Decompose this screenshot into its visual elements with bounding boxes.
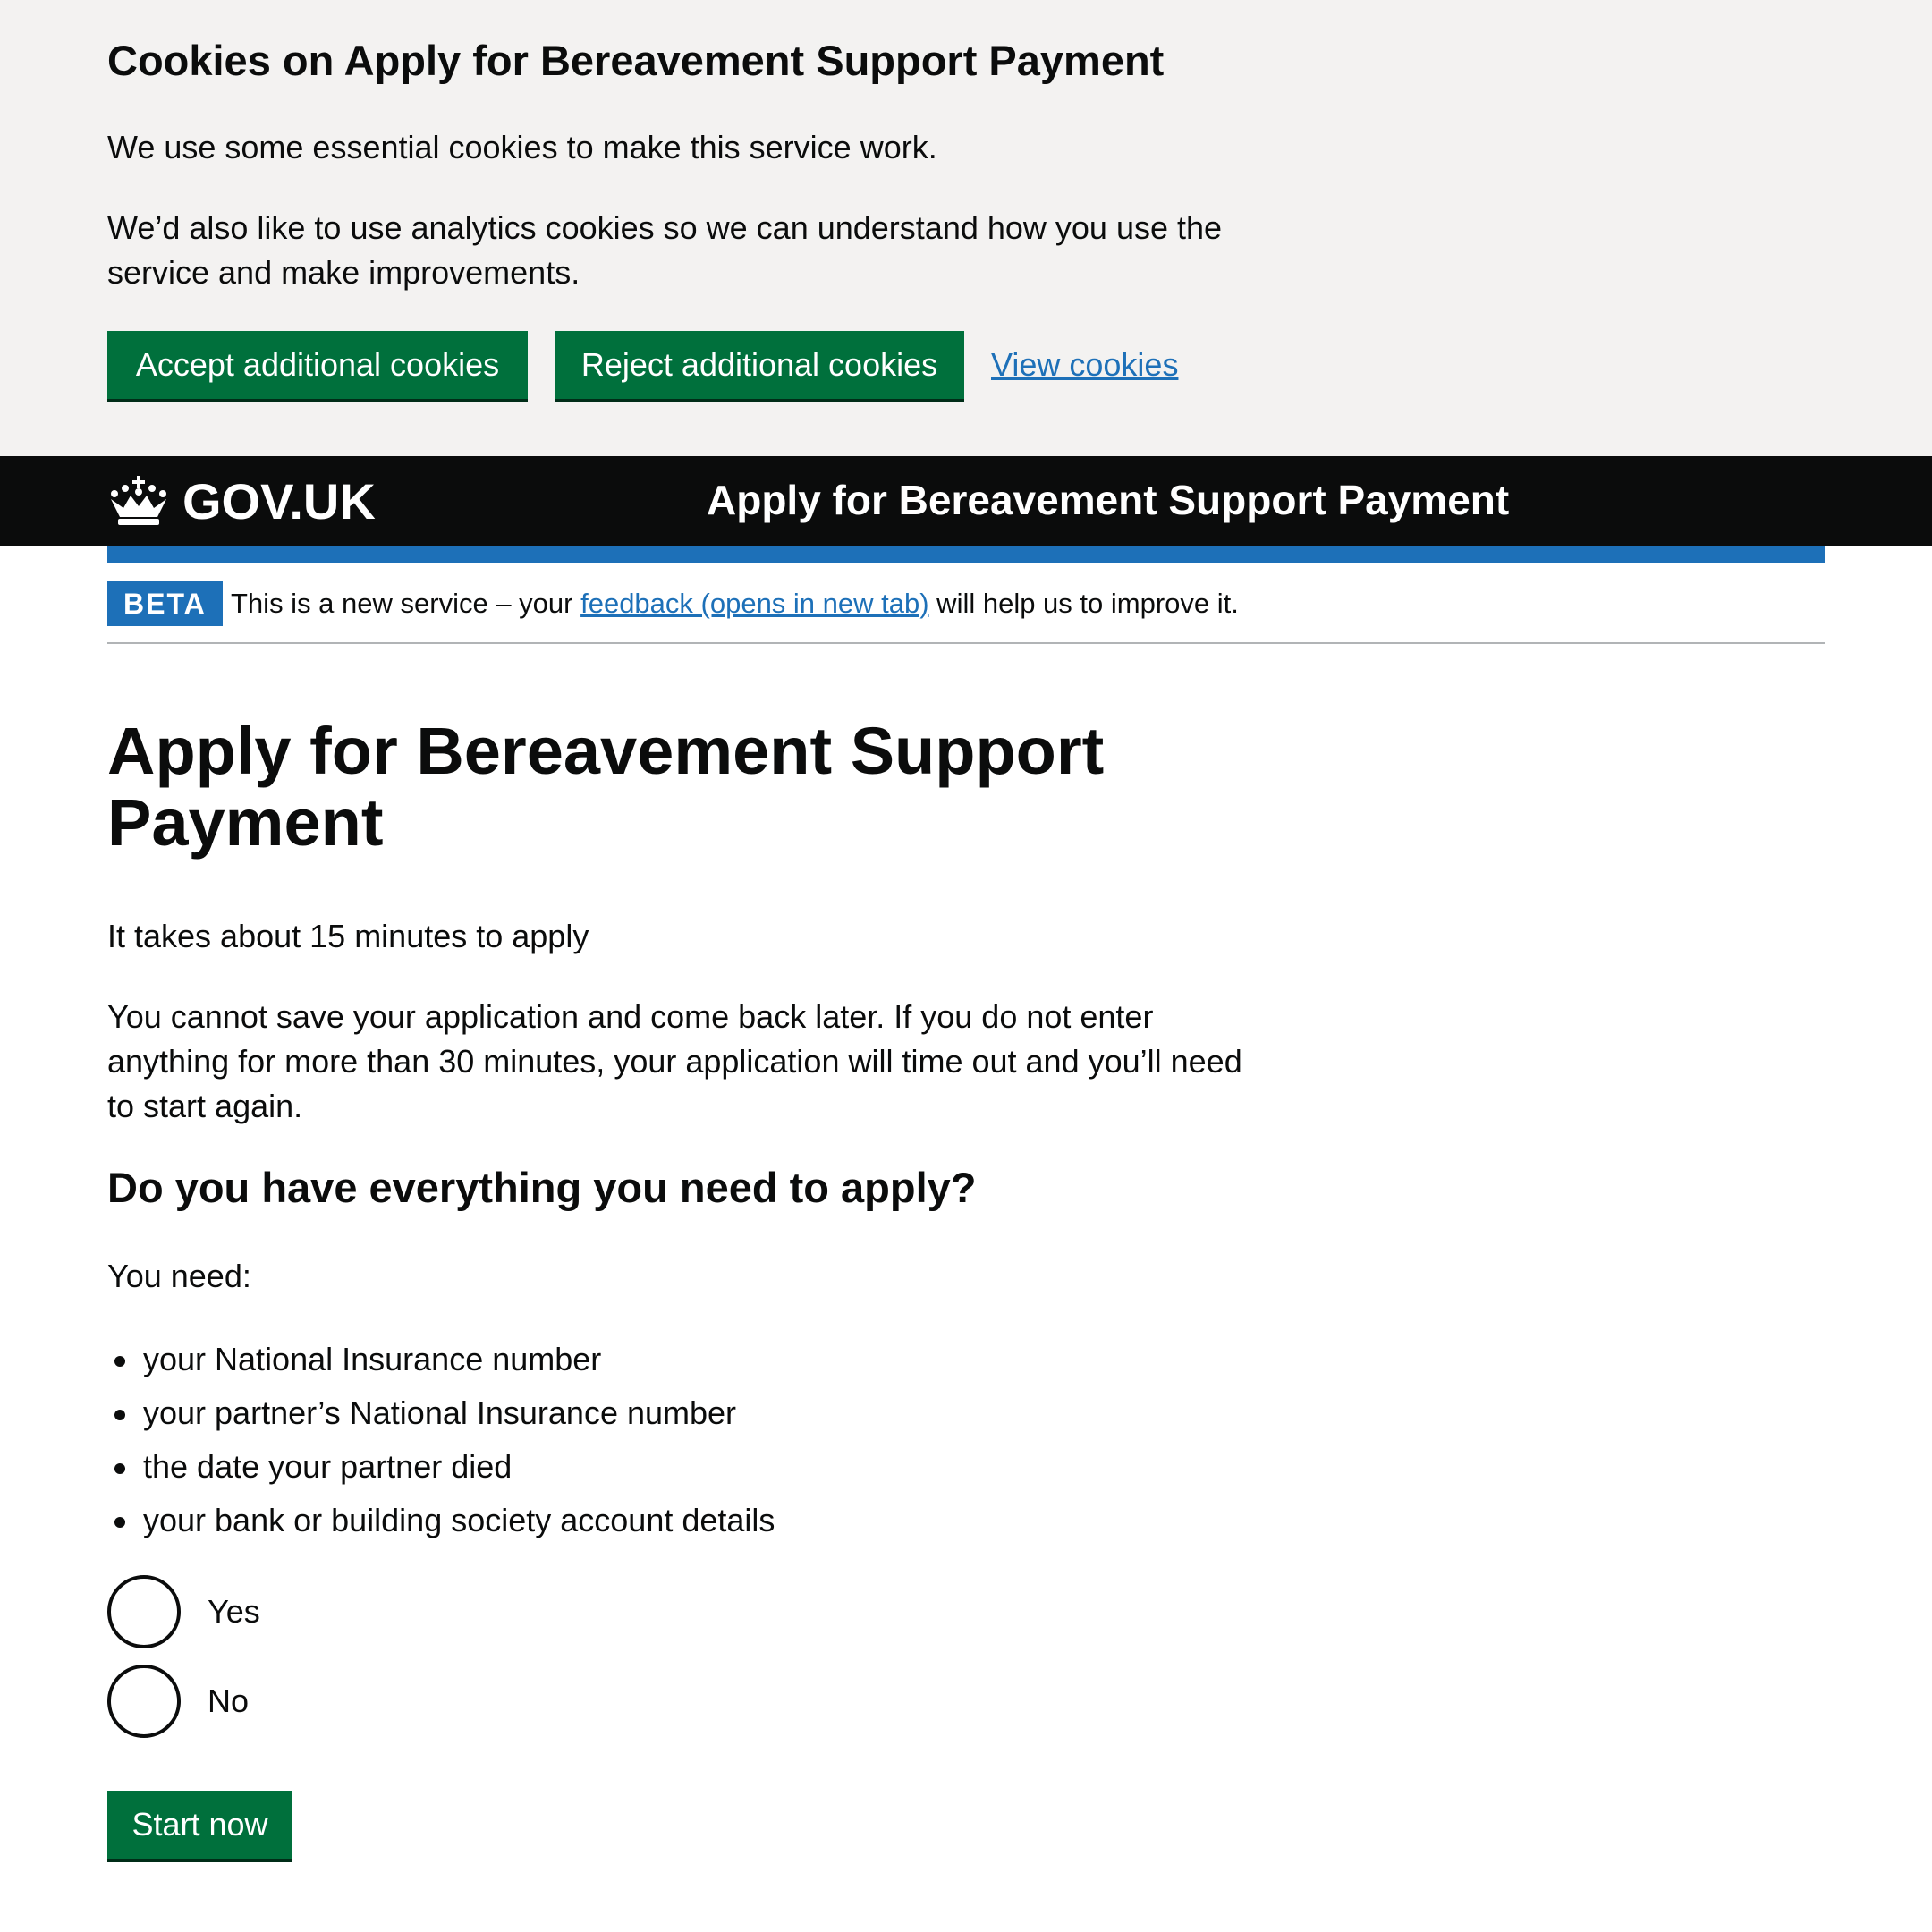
- radio-yes-label[interactable]: Yes: [208, 1593, 260, 1631]
- cookie-banner-analytics-text: We’d also like to use analytics cookies …: [107, 209, 1223, 291]
- requirements-list: your National Insurance number your part…: [107, 1333, 775, 1547]
- you-need-label: You need:: [107, 1258, 251, 1294]
- start-now-button[interactable]: Start now: [107, 1791, 292, 1859]
- phase-text-before: This is a new service – your: [231, 588, 581, 619]
- radio-no-circle[interactable]: [107, 1665, 181, 1738]
- timeout-warning-text: You cannot save your application and com…: [107, 998, 1242, 1124]
- cookie-banner-essential-text: We use some essential cookies to make th…: [107, 129, 937, 165]
- site-header: GOV.UK Apply for Bereavement Support Pay…: [0, 456, 1932, 546]
- view-cookies-link[interactable]: View cookies: [991, 331, 1178, 399]
- radio-yes-circle[interactable]: [107, 1575, 181, 1648]
- time-to-apply-text: It takes about 15 minutes to apply: [107, 918, 589, 954]
- radio-no-label[interactable]: No: [208, 1682, 249, 1720]
- phase-banner-text: This is a new service – your feedback (o…: [231, 581, 1239, 626]
- accept-cookies-button[interactable]: Accept additional cookies: [107, 331, 528, 399]
- list-item: the date your partner died: [107, 1440, 775, 1494]
- radio-no[interactable]: No: [107, 1665, 249, 1738]
- crown-icon: [111, 476, 166, 525]
- cookie-banner-title: Cookies on Apply for Bereavement Support…: [107, 37, 1165, 84]
- feedback-link[interactable]: feedback (opens in new tab): [580, 588, 928, 619]
- cookie-banner: Cookies on Apply for Bereavement Support…: [0, 0, 1932, 456]
- header-blue-bar: [107, 546, 1825, 564]
- radio-yes[interactable]: Yes: [107, 1575, 260, 1648]
- phase-text-after: will help us to improve it.: [928, 588, 1239, 619]
- list-item: your National Insurance number: [107, 1333, 775, 1386]
- list-item: your partner’s National Insurance number: [107, 1386, 775, 1440]
- list-item: your bank or building society account de…: [107, 1494, 775, 1547]
- service-name-link[interactable]: Apply for Bereavement Support Payment: [707, 476, 1509, 524]
- govuk-logo-text: GOV.UK: [182, 472, 376, 530]
- page-title: Apply for Bereavement Support Payment: [107, 714, 1105, 860]
- beta-tag: BETA: [107, 581, 223, 626]
- reject-cookies-button[interactable]: Reject additional cookies: [555, 331, 964, 399]
- govuk-logo-link[interactable]: GOV.UK: [107, 472, 376, 530]
- phase-banner: BETA This is a new service – your feedba…: [107, 581, 1825, 644]
- requirements-heading: Do you have everything you need to apply…: [107, 1164, 977, 1211]
